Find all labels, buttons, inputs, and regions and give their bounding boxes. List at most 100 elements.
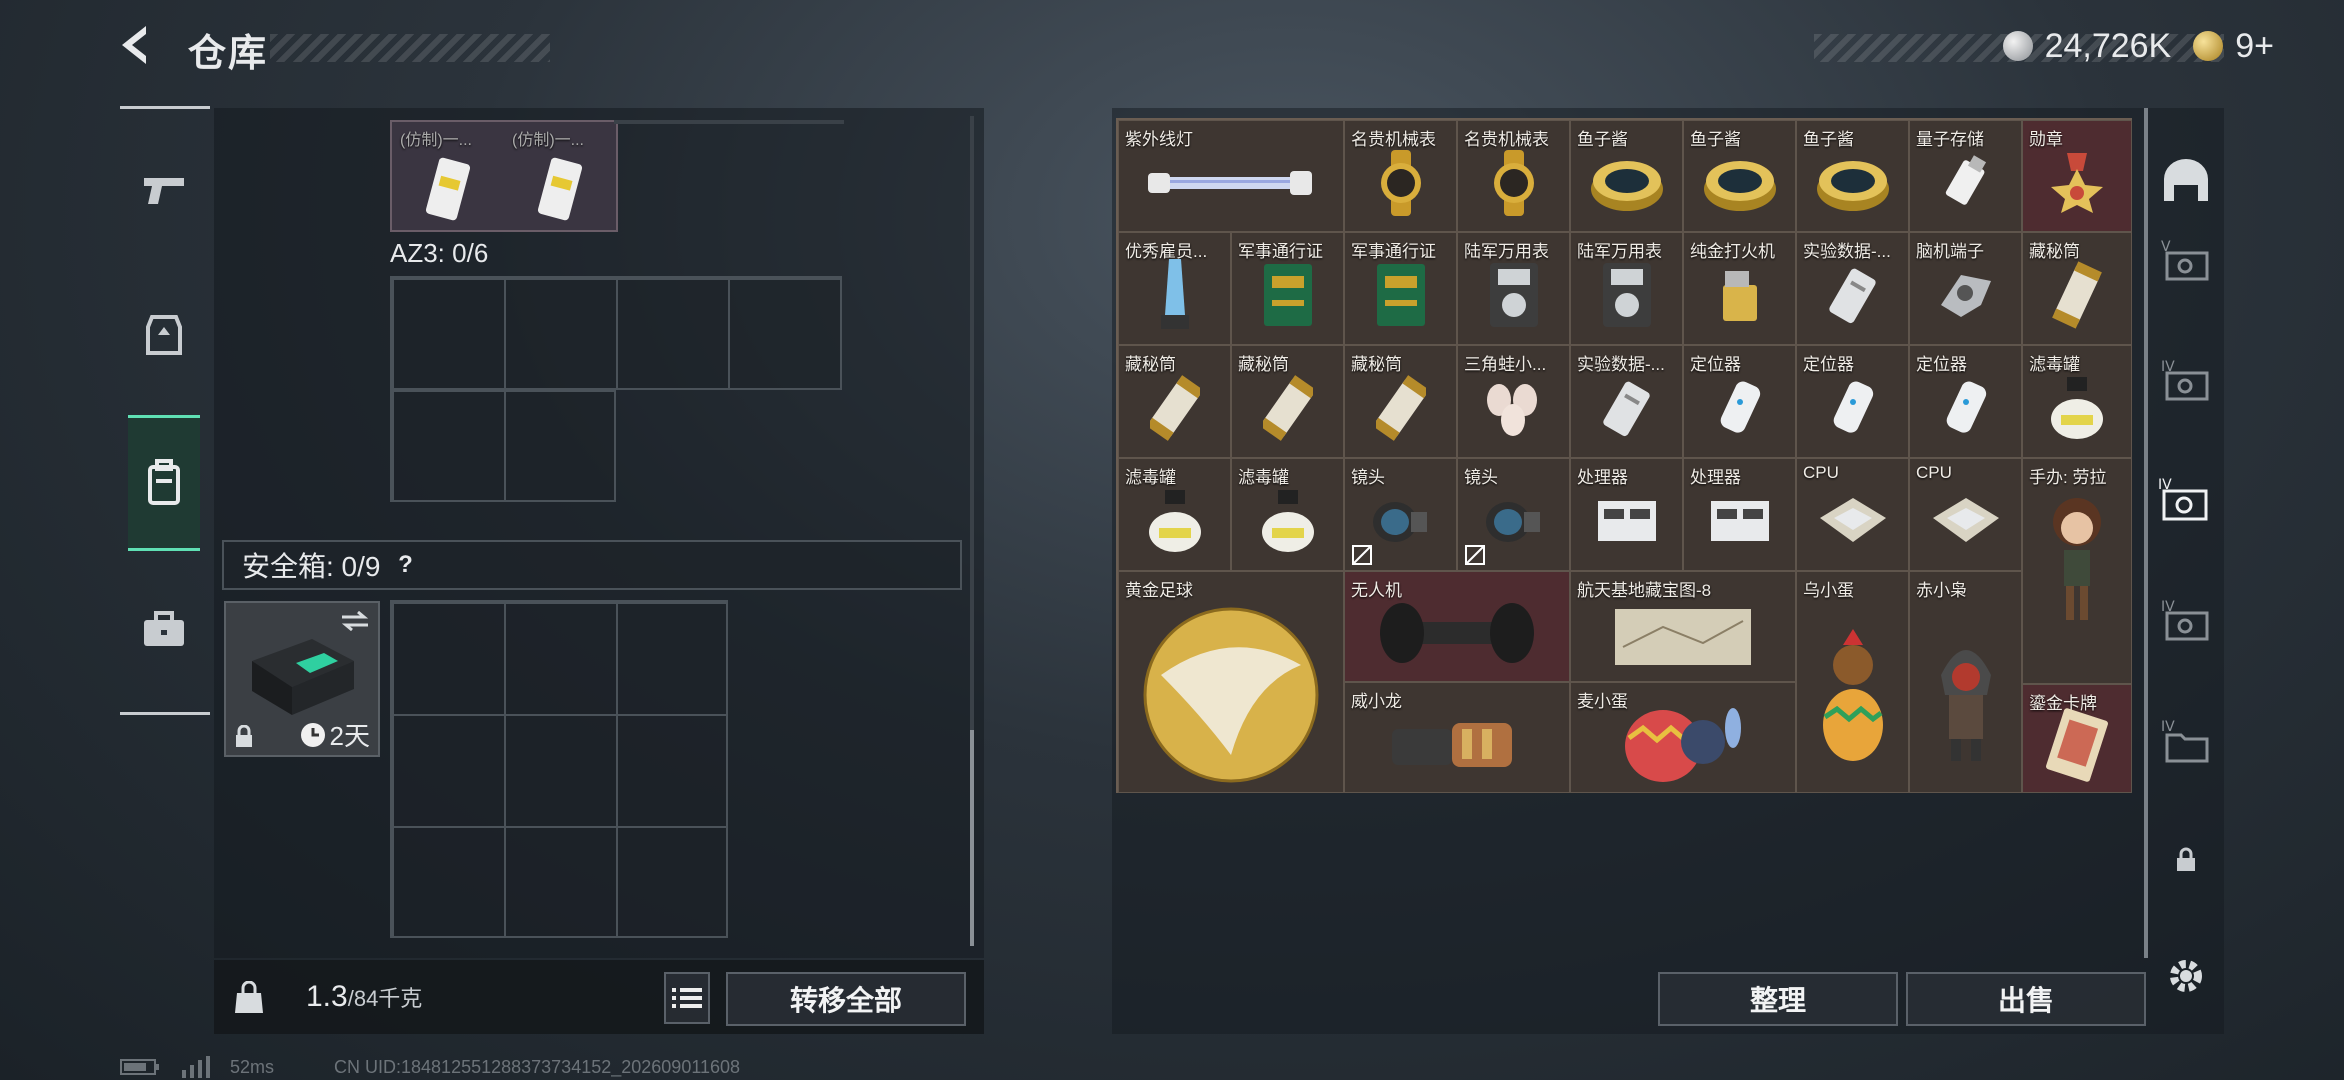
item-employee[interactable]: 优秀雇员... bbox=[1118, 232, 1231, 345]
item-wei-xiaolong[interactable]: 威小龙 bbox=[1344, 682, 1570, 793]
item-exp-data[interactable]: 实验数据-... bbox=[1570, 345, 1683, 458]
item-medal[interactable]: 勋章 bbox=[2022, 120, 2132, 232]
sell-button[interactable]: 出售 bbox=[1906, 972, 2146, 1026]
item-name: 赤小枭 bbox=[1916, 581, 1967, 600]
swap-icon[interactable] bbox=[340, 611, 370, 631]
right-nav-case-iv-active[interactable]: IV bbox=[2156, 470, 2216, 530]
item-military-pass[interactable]: 军事通行证 bbox=[1231, 232, 1344, 345]
item-name: 镜头 bbox=[1464, 468, 1498, 487]
weight-lock bbox=[222, 970, 276, 1026]
case-iv-icon: IV bbox=[2161, 359, 2209, 401]
sort-button[interactable]: 整理 bbox=[1658, 972, 1898, 1026]
processor-module-icon bbox=[1597, 501, 1656, 542]
item-cpu[interactable]: CPU bbox=[1909, 458, 2022, 571]
gauntlet-icon bbox=[1392, 723, 1512, 768]
item-filter-canister[interactable]: 滤毒罐 bbox=[2022, 345, 2132, 458]
back-button[interactable] bbox=[112, 20, 162, 70]
map-icon bbox=[1615, 609, 1751, 666]
item-wu-xiaodan[interactable]: 乌小蛋 bbox=[1796, 571, 1909, 793]
item-watch[interactable]: 名贵机械表 bbox=[1344, 120, 1457, 232]
item-uv-lamp[interactable]: 紫外线灯 bbox=[1118, 120, 1344, 232]
item-processor[interactable]: 处理器 bbox=[1570, 458, 1683, 571]
item-lens[interactable]: 镜头 bbox=[1457, 458, 1570, 571]
item-name: 名贵机械表 bbox=[1464, 130, 1549, 149]
item-watch[interactable]: 名贵机械表 bbox=[1457, 120, 1570, 232]
right-nav-case-iv-2[interactable]: IV bbox=[2156, 590, 2216, 650]
item-multimeter[interactable]: 陆军万用表 bbox=[1570, 232, 1683, 345]
cpu-chip-icon bbox=[1819, 498, 1886, 543]
storage-item[interactable]: (仿制)一... bbox=[506, 122, 614, 230]
az3-grid-bottom[interactable] bbox=[390, 388, 616, 502]
item-secret-tube[interactable]: 藏秘筒 bbox=[1231, 345, 1344, 458]
item-mai-xiaodan[interactable]: 麦小蛋 bbox=[1570, 682, 1796, 793]
nav-divider-bottom bbox=[120, 712, 210, 715]
item-lens[interactable]: 镜头 bbox=[1344, 458, 1457, 571]
storage-item[interactable]: (仿制)一... bbox=[394, 122, 502, 230]
item-name: 紫外线灯 bbox=[1125, 130, 1193, 149]
item-gilded-card[interactable]: 鎏金卡牌 bbox=[2022, 684, 2132, 793]
lock-icon bbox=[2177, 847, 2195, 871]
processor-module-icon bbox=[1710, 501, 1769, 542]
item-exp-data[interactable]: 实验数据-... bbox=[1796, 232, 1909, 345]
item-quantum-storage[interactable]: 量子存储 bbox=[1909, 120, 2022, 232]
item-gold-football[interactable]: 黄金足球 bbox=[1118, 571, 1344, 793]
nav-briefcase[interactable] bbox=[128, 590, 200, 670]
item-name: 纯金打火机 bbox=[1690, 242, 1775, 261]
uv-lamp-icon bbox=[1148, 170, 1312, 195]
item-drone[interactable]: 无人机 bbox=[1344, 571, 1570, 682]
nav-gear[interactable] bbox=[128, 295, 200, 375]
item-military-pass[interactable]: 军事通行证 bbox=[1344, 232, 1457, 345]
item-secret-tube[interactable]: 藏秘筒 bbox=[1118, 345, 1231, 458]
item-name: CPU bbox=[1916, 463, 1952, 482]
az3-grid-top[interactable] bbox=[390, 276, 842, 390]
nav-divider-top bbox=[120, 106, 210, 109]
gold-amount[interactable]: 9+ bbox=[2235, 27, 2274, 66]
item-locator[interactable]: 定位器 bbox=[1909, 345, 2022, 458]
item-name: 滤毒罐 bbox=[2029, 355, 2080, 374]
item-cpu[interactable]: CPU bbox=[1796, 458, 1909, 571]
scrollbar-thumb[interactable] bbox=[970, 730, 974, 946]
list-view-button[interactable] bbox=[664, 972, 710, 1024]
cpu-chip-icon bbox=[1932, 498, 1999, 543]
item-caviar[interactable]: 鱼子酱 bbox=[1570, 120, 1683, 232]
item-locator[interactable]: 定位器 bbox=[1683, 345, 1796, 458]
clock-icon bbox=[300, 722, 325, 747]
item-processor[interactable]: 处理器 bbox=[1683, 458, 1796, 571]
right-nav-case-v[interactable]: V bbox=[2156, 230, 2216, 290]
figure-icon bbox=[2053, 498, 2101, 621]
item-figure-lara[interactable]: 手办: 劳拉 bbox=[2022, 458, 2132, 684]
item-secret-tube[interactable]: 藏秘筒 bbox=[2022, 232, 2132, 345]
item-chi-xiaoxiao[interactable]: 赤小枭 bbox=[1909, 571, 2022, 793]
no-insure-icon bbox=[1465, 545, 1485, 565]
safe-case-item[interactable]: 2天 bbox=[224, 601, 380, 757]
settings-button[interactable] bbox=[2156, 946, 2216, 1006]
item-name: 名贵机械表 bbox=[1351, 130, 1436, 149]
nav-storage[interactable] bbox=[128, 415, 200, 551]
cryptex-icon bbox=[2052, 261, 2102, 329]
item-name: 滤毒罐 bbox=[1238, 468, 1289, 487]
help-icon[interactable]: ? bbox=[390, 550, 420, 580]
safe-box-grid[interactable] bbox=[390, 600, 728, 938]
canister-icon bbox=[1261, 490, 1314, 553]
nav-weapons[interactable] bbox=[128, 150, 200, 230]
item-multimeter[interactable]: 陆军万用表 bbox=[1457, 232, 1570, 345]
item-filter-canister[interactable]: 滤毒罐 bbox=[1231, 458, 1344, 571]
item-caviar[interactable]: 鱼子酱 bbox=[1683, 120, 1796, 232]
timer-text: 2天 bbox=[329, 721, 370, 751]
briefcase-icon bbox=[144, 611, 184, 646]
item-frog-eggs[interactable]: 三角蛙小... bbox=[1457, 345, 1570, 458]
right-nav-house[interactable] bbox=[2156, 150, 2216, 210]
right-nav-folder-iv[interactable]: IV bbox=[2156, 710, 2216, 770]
right-nav-case-iv[interactable]: IV bbox=[2156, 350, 2216, 410]
item-name: 滤毒罐 bbox=[1125, 468, 1176, 487]
item-name: 藏秘筒 bbox=[1351, 355, 1402, 374]
transfer-all-button[interactable]: 转移全部 bbox=[726, 972, 966, 1026]
item-filter-canister[interactable]: 滤毒罐 bbox=[1118, 458, 1231, 571]
item-secret-tube[interactable]: 藏秘筒 bbox=[1344, 345, 1457, 458]
item-name: 量子存储 bbox=[1916, 130, 1984, 149]
item-brain-terminal[interactable]: 脑机端子 bbox=[1909, 232, 2022, 345]
item-treasure-map[interactable]: 航天基地藏宝图-8 bbox=[1570, 571, 1796, 682]
item-caviar[interactable]: 鱼子酱 bbox=[1796, 120, 1909, 232]
item-locator[interactable]: 定位器 bbox=[1796, 345, 1909, 458]
item-gold-lighter[interactable]: 纯金打火机 bbox=[1683, 232, 1796, 345]
